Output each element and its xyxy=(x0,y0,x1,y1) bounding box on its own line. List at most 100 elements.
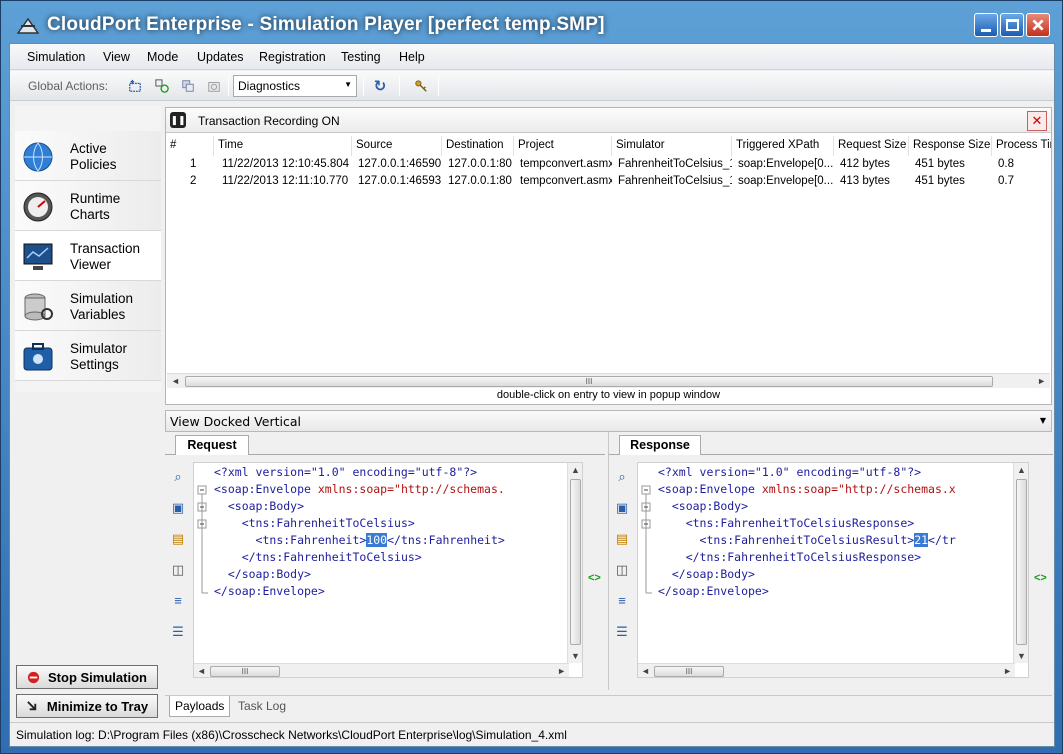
request-xml-editor[interactable]: <?xml version="1.0" encoding="utf-8"?> <s… xyxy=(193,462,583,678)
minimize-window-button[interactable] xyxy=(974,13,998,37)
pause-recording-icon[interactable]: ❚❚ xyxy=(170,112,186,128)
column-header[interactable]: Simulator xyxy=(612,136,732,156)
nav-item-active-policies[interactable]: Active Policies xyxy=(15,131,161,181)
key-tools-icon[interactable] xyxy=(413,78,429,94)
nav-item-runtime-charts[interactable]: Runtime Charts xyxy=(15,181,161,231)
grid-horizontal-scrollbar[interactable]: ◄ III ► xyxy=(167,373,1050,388)
table-row[interactable]: 1 11/22/2013 12:10:45.804 127.0.0.1:4659… xyxy=(166,156,1051,173)
comment-icon[interactable]: ◫ xyxy=(614,562,630,578)
format-icon[interactable]: ≡ xyxy=(614,593,630,609)
comment-icon[interactable]: ◫ xyxy=(170,562,186,578)
menu-simulation[interactable]: Simulation xyxy=(27,50,85,64)
scroll-thumb[interactable] xyxy=(570,479,581,645)
response-pane: Response ⌕ ▣ ▤ ◫ ≡ ☰ <?xml version="1.0"… xyxy=(608,432,1053,690)
scroll-thumb[interactable]: III xyxy=(210,666,280,677)
scroll-right-icon[interactable]: ► xyxy=(1037,376,1046,386)
table-row[interactable]: 2 11/22/2013 12:11:10.770 127.0.0.1:4659… xyxy=(166,173,1051,190)
tray-icon xyxy=(27,700,37,710)
editor-horizontal-scrollbar[interactable]: ◄ III ► xyxy=(194,663,569,677)
nav-item-simulation-variables[interactable]: Simulation Variables xyxy=(15,281,161,331)
scroll-left-icon[interactable]: ◄ xyxy=(641,666,650,676)
list-icon[interactable]: ☰ xyxy=(614,624,630,640)
fold-markers xyxy=(641,485,652,594)
scroll-up-icon[interactable]: ▲ xyxy=(571,465,580,475)
scroll-right-icon[interactable]: ► xyxy=(1003,666,1012,676)
title-bar: CloudPort Enterprise - Simulation Player… xyxy=(1,1,1062,43)
scroll-thumb[interactable]: III xyxy=(654,666,724,677)
tab-request[interactable]: Request xyxy=(175,435,249,455)
column-header[interactable]: Project xyxy=(514,136,612,156)
stop-icon xyxy=(27,671,40,683)
menu-mode[interactable]: Mode xyxy=(147,50,178,64)
settings-case-icon xyxy=(23,343,53,371)
fold-markers xyxy=(197,485,208,594)
diagnostics-dropdown[interactable]: Diagnostics ▼ xyxy=(233,75,357,97)
paste-icon[interactable]: ▤ xyxy=(614,531,630,547)
format-icon[interactable]: ≡ xyxy=(170,593,186,609)
menu-updates[interactable]: Updates xyxy=(197,50,244,64)
save-icon[interactable]: ▣ xyxy=(170,500,186,516)
menu-registration[interactable]: Registration xyxy=(259,50,326,64)
column-header[interactable]: Request Size xyxy=(834,136,909,156)
scroll-right-icon[interactable]: ► xyxy=(557,666,566,676)
scroll-left-icon[interactable]: ◄ xyxy=(171,376,180,386)
refresh-icon[interactable]: ↻ xyxy=(372,78,388,95)
nav-item-simulator-settings[interactable]: Simulator Settings xyxy=(15,331,161,381)
scroll-thumb[interactable] xyxy=(1016,479,1027,645)
column-header[interactable]: # xyxy=(166,136,214,156)
list-icon[interactable]: ☰ xyxy=(170,624,186,640)
column-header[interactable]: Response Size xyxy=(909,136,992,156)
tab-payloads[interactable]: Payloads xyxy=(169,696,231,717)
xml-line: <?xml version="1.0" encoding="utf-8"?> xyxy=(658,465,922,479)
nav-item-transaction-viewer[interactable]: Transaction Viewer xyxy=(15,231,161,281)
xml-line: </soap:Envelope> xyxy=(214,584,325,598)
menu-view[interactable]: View xyxy=(103,50,130,64)
minimize-to-tray-button[interactable]: Minimize to Tray xyxy=(16,694,158,718)
xml-content[interactable]: <?xml version="1.0" encoding="utf-8"?> <s… xyxy=(214,464,564,600)
find-icon[interactable]: ⌕ xyxy=(170,469,186,485)
column-header[interactable]: Source xyxy=(352,136,442,156)
grip-icon: III xyxy=(585,377,593,386)
column-header[interactable]: Time xyxy=(214,136,352,156)
menu-testing[interactable]: Testing xyxy=(341,50,381,64)
column-header[interactable]: Destination xyxy=(442,136,514,156)
scroll-down-icon[interactable]: ▼ xyxy=(571,651,580,661)
sync-arrows-icon[interactable]: <> xyxy=(1034,572,1047,584)
editor-horizontal-scrollbar[interactable]: ◄ III ► xyxy=(638,663,1015,677)
maximize-window-button[interactable] xyxy=(1000,13,1024,37)
editor-vertical-scrollbar[interactable]: ▲ ▼ xyxy=(567,463,582,663)
column-header[interactable]: Triggered XPath xyxy=(732,136,834,156)
bottom-tabs: Payloads Task Log xyxy=(165,695,1052,717)
close-window-button[interactable] xyxy=(1026,13,1050,37)
scroll-down-icon[interactable]: ▼ xyxy=(1017,651,1026,661)
save-icon[interactable]: ▣ xyxy=(614,500,630,516)
scroll-thumb[interactable]: III xyxy=(185,376,993,387)
xml-line: <tns:Fahrenheit>100</tns:Fahrenheit> xyxy=(255,533,505,547)
window-title: CloudPort Enterprise - Simulation Player… xyxy=(47,14,605,35)
chevron-down-icon: ▼ xyxy=(344,80,352,89)
editor-vertical-scrollbar[interactable]: ▲ ▼ xyxy=(1013,463,1028,663)
transaction-panel: ❚❚ Transaction Recording ON ✕ # Time Sou… xyxy=(165,107,1052,405)
find-icon[interactable]: ⌕ xyxy=(614,469,630,485)
stop-simulation-button[interactable]: Stop Simulation xyxy=(16,665,158,689)
clear-transactions-button[interactable]: ✕ xyxy=(1027,111,1047,131)
xml-content[interactable]: <?xml version="1.0" encoding="utf-8"?> <s… xyxy=(658,464,1008,600)
add-policy-icon[interactable] xyxy=(127,78,143,94)
copy-icon[interactable] xyxy=(180,78,196,94)
view-mode-dropdown[interactable]: View Docked Vertical ▼ xyxy=(165,410,1052,432)
scroll-left-icon[interactable]: ◄ xyxy=(197,666,206,676)
sync-arrows-icon[interactable]: <> xyxy=(588,572,601,584)
response-xml-editor[interactable]: <?xml version="1.0" encoding="utf-8"?> <s… xyxy=(637,462,1029,678)
scroll-up-icon[interactable]: ▲ xyxy=(1017,465,1026,475)
menu-help[interactable]: Help xyxy=(399,50,425,64)
paste-icon[interactable]: ▤ xyxy=(170,531,186,547)
xml-line: <tns:FahrenheitToCelsiusResponse> xyxy=(685,516,915,530)
xml-line: <soap:Envelope xmlns:soap="http://schema… xyxy=(214,482,505,496)
snapshot-icon[interactable] xyxy=(206,78,222,94)
tab-task-log[interactable]: Task Log xyxy=(233,696,291,717)
column-header[interactable]: Process Tim xyxy=(992,136,1051,156)
tab-response[interactable]: Response xyxy=(619,435,701,455)
schedule-icon[interactable] xyxy=(154,78,170,94)
grip-icon: III xyxy=(685,667,693,676)
toolbar-separator xyxy=(438,76,439,96)
